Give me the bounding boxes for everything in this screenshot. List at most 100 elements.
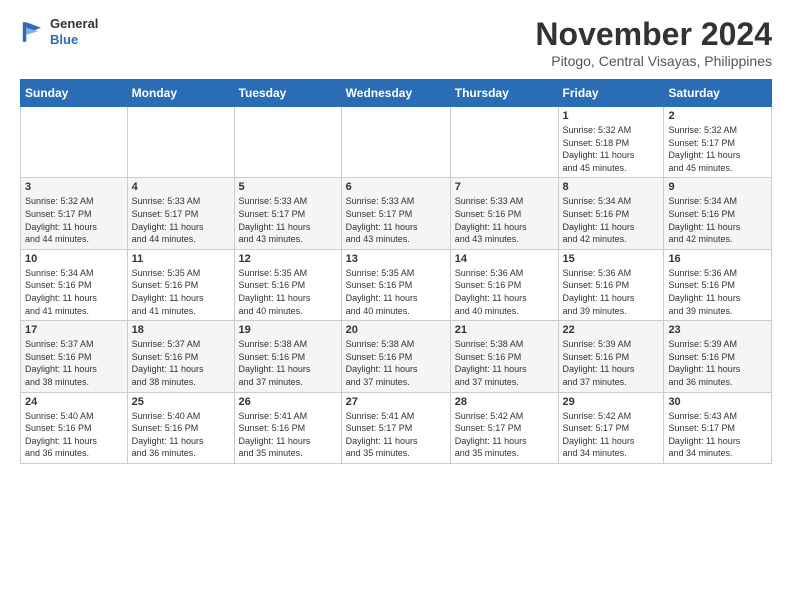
day-number: 29 [563, 396, 660, 408]
day-info: Sunrise: 5:39 AM Sunset: 5:16 PM Dayligh… [668, 338, 767, 388]
day-number: 7 [455, 181, 554, 193]
calendar-cell: 2Sunrise: 5:32 AM Sunset: 5:17 PM Daylig… [664, 107, 772, 178]
day-info: Sunrise: 5:33 AM Sunset: 5:17 PM Dayligh… [346, 195, 446, 245]
day-number: 11 [132, 253, 230, 265]
day-number: 8 [563, 181, 660, 193]
day-info: Sunrise: 5:40 AM Sunset: 5:16 PM Dayligh… [25, 410, 123, 460]
day-number: 15 [563, 253, 660, 265]
calendar-weekday-sunday: Sunday [21, 80, 128, 107]
calendar-weekday-friday: Friday [558, 80, 664, 107]
day-number: 23 [668, 324, 767, 336]
day-info: Sunrise: 5:33 AM Sunset: 5:17 PM Dayligh… [132, 195, 230, 245]
calendar-weekday-tuesday: Tuesday [234, 80, 341, 107]
day-number: 17 [25, 324, 123, 336]
day-number: 25 [132, 396, 230, 408]
day-info: Sunrise: 5:42 AM Sunset: 5:17 PM Dayligh… [563, 410, 660, 460]
calendar-weekday-saturday: Saturday [664, 80, 772, 107]
logo: General Blue [20, 16, 98, 47]
calendar-cell: 26 Sunrise: 5:41 AM Sunset: 5:16 PM Dayli… [234, 392, 341, 463]
calendar-weekday-monday: Monday [127, 80, 234, 107]
day-number: 18 [132, 324, 230, 336]
day-number: 14 [455, 253, 554, 265]
calendar-row-4: 24 Sunrise: 5:40 AM Sunset: 5:16 PM Dayli… [21, 392, 772, 463]
day-info: Sunrise: 5:33 AM Sunset: 5:16 PM Dayligh… [455, 195, 554, 245]
day-info: Sunrise: 5:34 AM Sunset: 5:16 PM Dayligh… [668, 195, 767, 245]
title-block: November 2024 Pitogo, Central Visayas, P… [535, 16, 772, 69]
day-number: 19 [239, 324, 337, 336]
day-info: Sunrise: 5:37 AM Sunset: 5:16 PM Dayligh… [132, 338, 230, 388]
day-info: Sunrise: 5:41 AM Sunset: 5:16 PM Dayligh… [239, 410, 337, 460]
day-number: 21 [455, 324, 554, 336]
day-number: 26 [239, 396, 337, 408]
calendar-cell: 17 Sunrise: 5:37 AM Sunset: 5:16 PM Dayli… [21, 321, 128, 392]
calendar-cell: 9 Sunrise: 5:34 AM Sunset: 5:16 PM Daylig… [664, 178, 772, 249]
calendar-table: SundayMondayTuesdayWednesdayThursdayFrid… [20, 79, 772, 464]
page: General Blue November 2024 Pitogo, Centr… [0, 0, 792, 480]
calendar-cell: 22Sunrise: 5:39 AM Sunset: 5:16 PM Dayli… [558, 321, 664, 392]
day-info: Sunrise: 5:40 AM Sunset: 5:16 PM Dayligh… [132, 410, 230, 460]
day-number: 30 [668, 396, 767, 408]
day-info: Sunrise: 5:32 AM Sunset: 5:18 PM Dayligh… [563, 124, 660, 174]
calendar-cell: 14 Sunrise: 5:36 AM Sunset: 5:16 PM Dayli… [450, 249, 558, 320]
logo-general: General [50, 16, 98, 32]
day-info: Sunrise: 5:36 AM Sunset: 5:16 PM Dayligh… [668, 267, 767, 317]
calendar-row-3: 17 Sunrise: 5:37 AM Sunset: 5:16 PM Dayli… [21, 321, 772, 392]
month-title: November 2024 [535, 16, 772, 53]
calendar-weekday-thursday: Thursday [450, 80, 558, 107]
calendar-cell: 1Sunrise: 5:32 AM Sunset: 5:18 PM Daylig… [558, 107, 664, 178]
calendar-cell: 3 Sunrise: 5:32 AM Sunset: 5:17 PM Daylig… [21, 178, 128, 249]
day-number: 16 [668, 253, 767, 265]
day-number: 2 [668, 110, 767, 122]
calendar-cell [21, 107, 128, 178]
day-info: Sunrise: 5:38 AM Sunset: 5:16 PM Dayligh… [455, 338, 554, 388]
day-info: Sunrise: 5:37 AM Sunset: 5:16 PM Dayligh… [25, 338, 123, 388]
day-info: Sunrise: 5:38 AM Sunset: 5:16 PM Dayligh… [239, 338, 337, 388]
calendar-cell: 12 Sunrise: 5:35 AM Sunset: 5:16 PM Dayli… [234, 249, 341, 320]
day-info: Sunrise: 5:36 AM Sunset: 5:16 PM Dayligh… [455, 267, 554, 317]
calendar-cell [450, 107, 558, 178]
day-info: Sunrise: 5:42 AM Sunset: 5:17 PM Dayligh… [455, 410, 554, 460]
day-info: Sunrise: 5:34 AM Sunset: 5:16 PM Dayligh… [25, 267, 123, 317]
calendar-cell: 7 Sunrise: 5:33 AM Sunset: 5:16 PM Daylig… [450, 178, 558, 249]
calendar-cell [341, 107, 450, 178]
calendar-cell: 18 Sunrise: 5:37 AM Sunset: 5:16 PM Dayli… [127, 321, 234, 392]
day-number: 10 [25, 253, 123, 265]
day-number: 20 [346, 324, 446, 336]
calendar-cell: 13Sunrise: 5:35 AM Sunset: 5:16 PM Dayli… [341, 249, 450, 320]
calendar-cell: 15 Sunrise: 5:36 AM Sunset: 5:16 PM Dayli… [558, 249, 664, 320]
day-number: 24 [25, 396, 123, 408]
calendar-cell [234, 107, 341, 178]
calendar-cell: 30 Sunrise: 5:43 AM Sunset: 5:17 PM Dayli… [664, 392, 772, 463]
header: General Blue November 2024 Pitogo, Centr… [20, 16, 772, 69]
calendar-cell: 19 Sunrise: 5:38 AM Sunset: 5:16 PM Dayli… [234, 321, 341, 392]
logo-text: General Blue [50, 16, 98, 47]
calendar-cell: 11Sunrise: 5:35 AM Sunset: 5:16 PM Dayli… [127, 249, 234, 320]
day-info: Sunrise: 5:36 AM Sunset: 5:16 PM Dayligh… [563, 267, 660, 317]
calendar-cell: 5Sunrise: 5:33 AM Sunset: 5:17 PM Daylig… [234, 178, 341, 249]
calendar-cell: 21 Sunrise: 5:38 AM Sunset: 5:16 PM Dayli… [450, 321, 558, 392]
logo-icon [20, 18, 48, 46]
day-number: 22 [563, 324, 660, 336]
day-number: 28 [455, 396, 554, 408]
calendar-cell: 4 Sunrise: 5:33 AM Sunset: 5:17 PM Daylig… [127, 178, 234, 249]
day-info: Sunrise: 5:35 AM Sunset: 5:16 PM Dayligh… [239, 267, 337, 317]
calendar-header-row: SundayMondayTuesdayWednesdayThursdayFrid… [21, 80, 772, 107]
calendar-cell: 24 Sunrise: 5:40 AM Sunset: 5:16 PM Dayli… [21, 392, 128, 463]
day-number: 12 [239, 253, 337, 265]
day-info: Sunrise: 5:43 AM Sunset: 5:17 PM Dayligh… [668, 410, 767, 460]
calendar-cell: 20 Sunrise: 5:38 AM Sunset: 5:16 PM Dayli… [341, 321, 450, 392]
day-number: 4 [132, 181, 230, 193]
calendar-row-2: 10 Sunrise: 5:34 AM Sunset: 5:16 PM Dayli… [21, 249, 772, 320]
location-subtitle: Pitogo, Central Visayas, Philippines [535, 53, 772, 69]
calendar-cell: 25 Sunrise: 5:40 AM Sunset: 5:16 PM Dayli… [127, 392, 234, 463]
day-info: Sunrise: 5:38 AM Sunset: 5:16 PM Dayligh… [346, 338, 446, 388]
day-info: Sunrise: 5:35 AM Sunset: 5:16 PM Dayligh… [346, 267, 446, 317]
calendar-cell: 29 Sunrise: 5:42 AM Sunset: 5:17 PM Dayli… [558, 392, 664, 463]
calendar-row-0: 1Sunrise: 5:32 AM Sunset: 5:18 PM Daylig… [21, 107, 772, 178]
day-number: 3 [25, 181, 123, 193]
calendar-cell: 6Sunrise: 5:33 AM Sunset: 5:17 PM Daylig… [341, 178, 450, 249]
calendar-cell: 8Sunrise: 5:34 AM Sunset: 5:16 PM Daylig… [558, 178, 664, 249]
calendar-weekday-wednesday: Wednesday [341, 80, 450, 107]
day-info: Sunrise: 5:32 AM Sunset: 5:17 PM Dayligh… [25, 195, 123, 245]
day-number: 9 [668, 181, 767, 193]
